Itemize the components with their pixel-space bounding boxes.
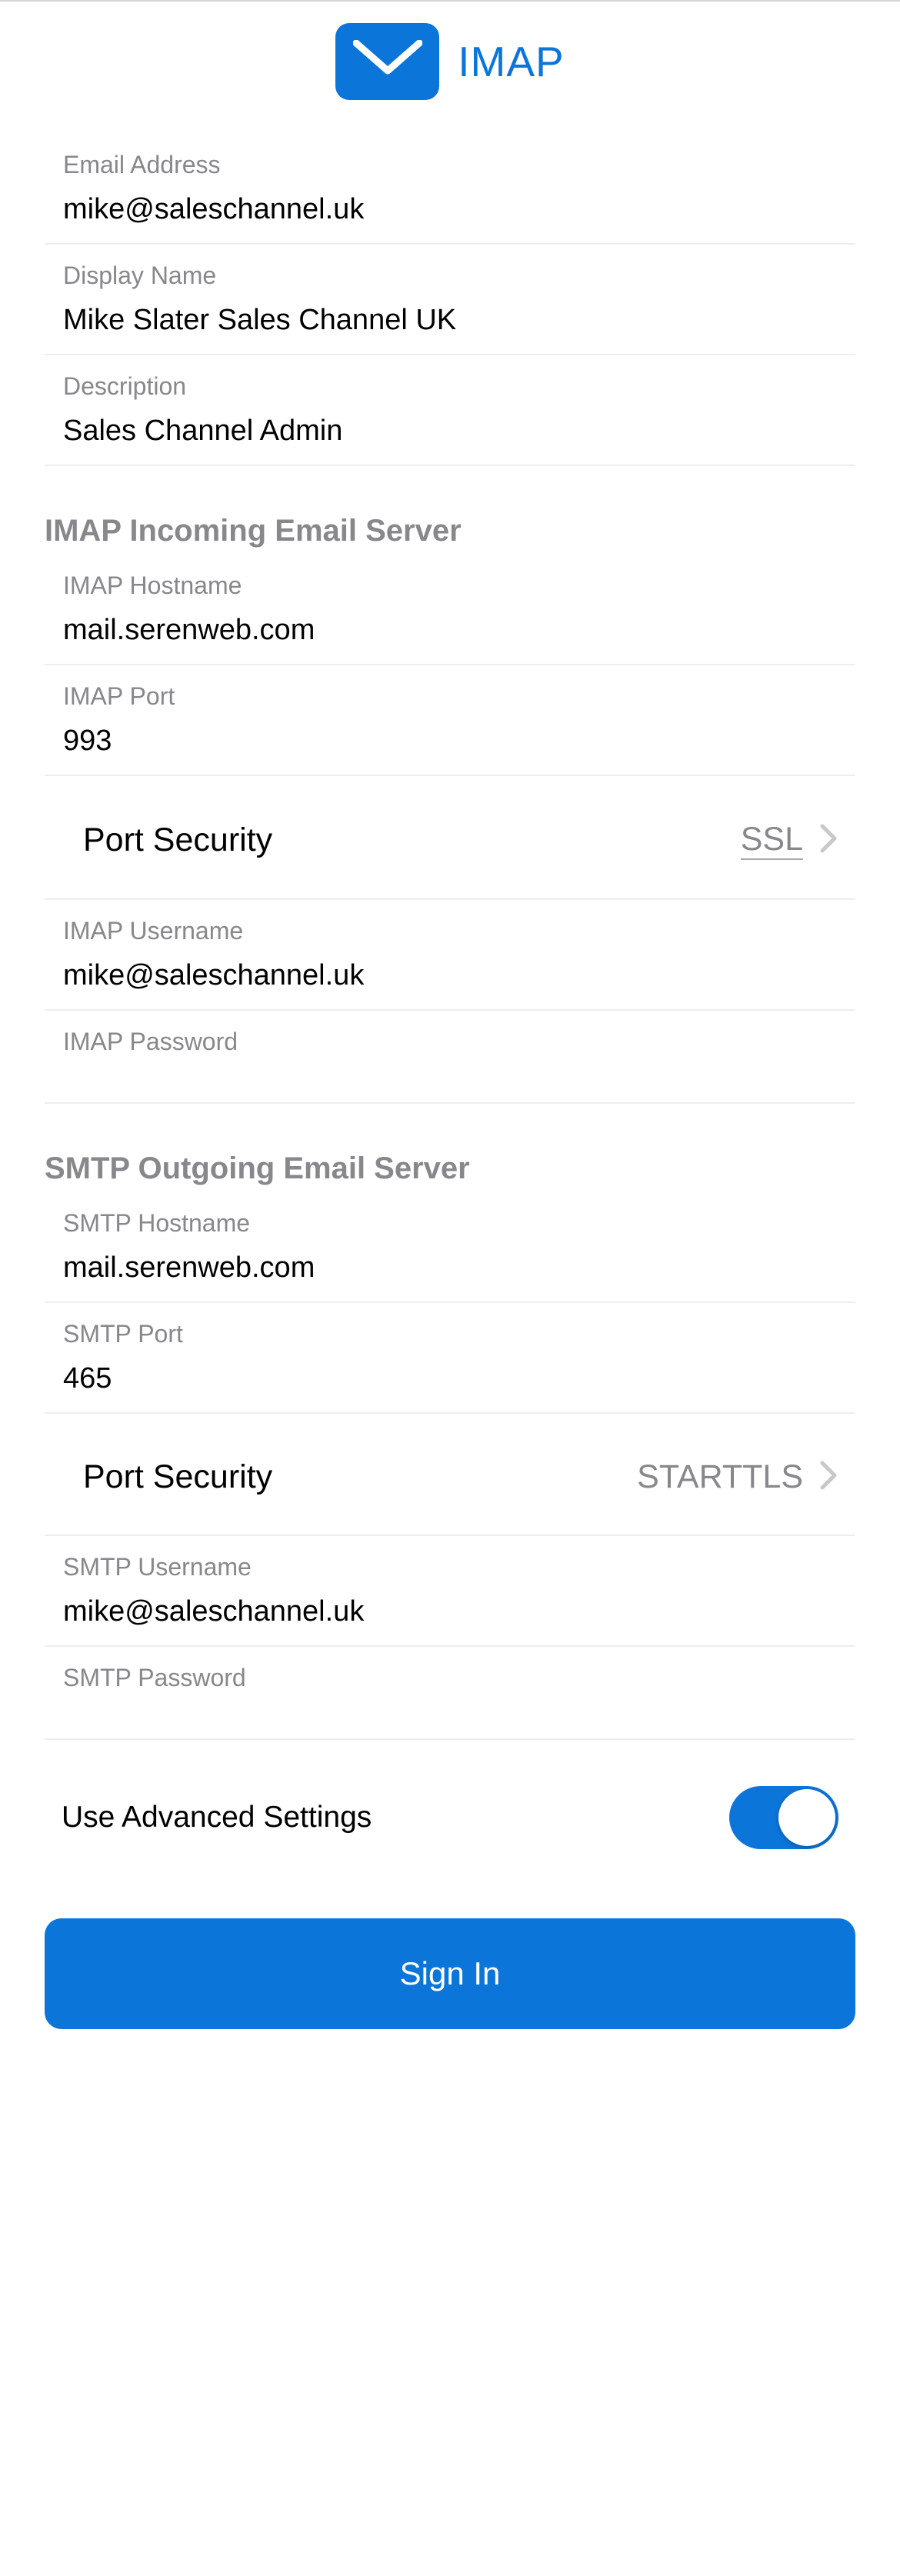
page-header: IMAP — [0, 0, 900, 134]
email-field[interactable]: Email Address mike@saleschannel.uk — [45, 134, 855, 245]
imap-username-field[interactable]: IMAP Username mike@saleschannel.uk — [45, 900, 855, 1011]
imap-password-field[interactable]: IMAP Password — [45, 1011, 855, 1104]
advanced-settings-row: Use Advanced Settings — [0, 1740, 900, 1895]
smtp-username-label: SMTP Username — [63, 1553, 837, 1581]
imap-port-security-row[interactable]: Port Security SSL — [0, 776, 900, 898]
description-field[interactable]: Description Sales Channel Admin — [45, 355, 855, 466]
advanced-settings-label: Use Advanced Settings — [62, 1801, 372, 1835]
email-label: Email Address — [63, 151, 837, 179]
chevron-right-icon — [820, 1461, 837, 1494]
description-value: Sales Channel Admin — [63, 415, 837, 448]
mail-icon — [335, 23, 439, 100]
smtp-hostname-value: mail.serenweb.com — [63, 1251, 837, 1285]
smtp-port-security-label: Port Security — [83, 1458, 272, 1496]
header-title: IMAP — [458, 37, 564, 86]
imap-hostname-label: IMAP Hostname — [63, 572, 837, 600]
smtp-port-label: SMTP Port — [63, 1320, 837, 1348]
email-value: mike@saleschannel.uk — [63, 193, 837, 226]
smtp-port-security-row[interactable]: Port Security STARTTLS — [0, 1414, 900, 1535]
description-label: Description — [63, 372, 837, 401]
smtp-hostname-field[interactable]: SMTP Hostname mail.serenweb.com — [45, 1192, 855, 1303]
smtp-password-field[interactable]: SMTP Password — [45, 1647, 855, 1740]
smtp-password-label: SMTP Password — [63, 1664, 837, 1692]
imap-section-header: IMAP Incoming Email Server — [0, 466, 900, 555]
display-name-value: Mike Slater Sales Channel UK — [63, 304, 837, 337]
smtp-hostname-label: SMTP Hostname — [63, 1209, 837, 1238]
imap-hostname-field[interactable]: IMAP Hostname mail.serenweb.com — [45, 555, 855, 665]
smtp-section-header: SMTP Outgoing Email Server — [0, 1104, 900, 1192]
toggle-knob — [778, 1789, 835, 1846]
advanced-settings-toggle[interactable] — [729, 1786, 838, 1849]
imap-port-field[interactable]: IMAP Port 993 — [45, 665, 855, 776]
chevron-right-icon — [820, 824, 837, 857]
smtp-port-security-value: STARTTLS — [637, 1458, 803, 1496]
display-name-label: Display Name — [63, 262, 837, 290]
imap-port-value: 993 — [63, 725, 837, 758]
imap-hostname-value: mail.serenweb.com — [63, 614, 837, 647]
smtp-port-value: 465 — [63, 1362, 837, 1395]
smtp-username-value: mike@saleschannel.uk — [63, 1595, 837, 1628]
imap-port-label: IMAP Port — [63, 682, 837, 711]
imap-password-label: IMAP Password — [63, 1028, 837, 1056]
sign-in-button[interactable]: Sign In — [45, 1918, 855, 2029]
imap-port-security-label: Port Security — [83, 821, 272, 859]
smtp-port-field[interactable]: SMTP Port 465 — [45, 1303, 855, 1414]
imap-username-label: IMAP Username — [63, 917, 837, 945]
display-name-field[interactable]: Display Name Mike Slater Sales Channel U… — [45, 245, 855, 355]
smtp-username-field[interactable]: SMTP Username mike@saleschannel.uk — [45, 1536, 855, 1647]
imap-port-security-value: SSL — [741, 821, 803, 860]
imap-username-value: mike@saleschannel.uk — [63, 959, 837, 992]
